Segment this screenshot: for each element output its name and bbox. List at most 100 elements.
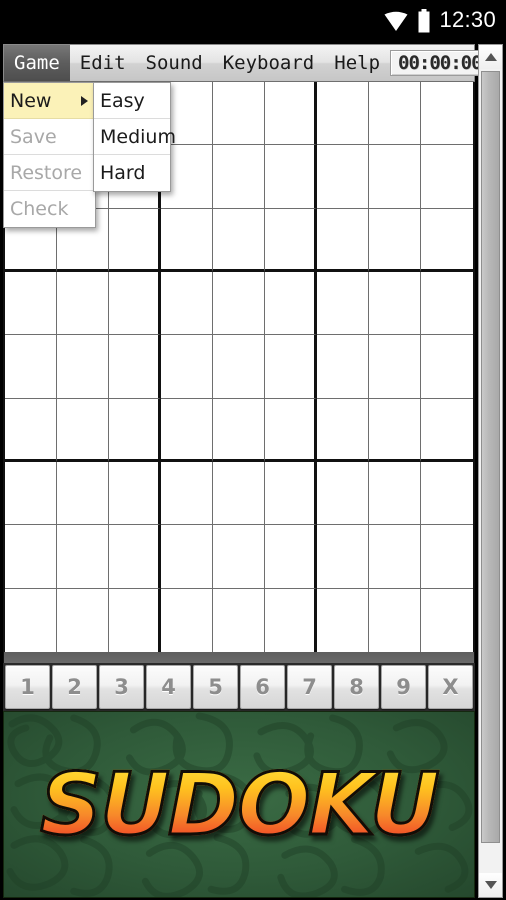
sudoku-cell-r4c4[interactable] [161,271,213,336]
sudoku-cell-r2c6[interactable] [265,145,317,209]
sudoku-cell-r4c2[interactable] [57,271,109,336]
sudoku-cell-r4c3[interactable] [109,271,161,336]
sudoku-cell-r8c2[interactable] [57,525,109,589]
sudoku-cell-r7c5[interactable] [213,461,265,526]
sudoku-cell-r1c6[interactable] [265,82,317,146]
numpad-key-3[interactable]: 3 [99,665,144,709]
sudoku-cell-r1c8[interactable] [369,82,421,146]
sudoku-cell-r8c8[interactable] [369,525,421,589]
sudoku-cell-r5c2[interactable] [57,335,109,399]
sudoku-cell-r6c8[interactable] [369,398,421,462]
sudoku-cell-r6c4[interactable] [161,398,213,462]
sudoku-cell-r8c9[interactable] [421,525,473,589]
sudoku-cell-r7c1[interactable] [5,461,57,526]
sudoku-cell-r4c5[interactable] [213,271,265,336]
menu-keyboard[interactable]: Keyboard [213,45,325,81]
sudoku-cell-r9c1[interactable] [5,588,57,652]
difficulty-option-medium[interactable]: Medium [94,119,176,155]
sudoku-cell-r8c1[interactable] [5,525,57,589]
numpad-key-2[interactable]: 2 [52,665,97,709]
menu-game[interactable]: Game [4,45,70,81]
sudoku-logo-text: SUDOKU [4,760,474,849]
sudoku-cell-r9c7[interactable] [317,588,369,652]
sudoku-cell-r9c2[interactable] [57,588,109,652]
sudoku-cell-r1c5[interactable] [213,82,265,146]
sudoku-cell-r7c4[interactable] [161,461,213,526]
numpad-key-5[interactable]: 5 [193,665,238,709]
menu-edit[interactable]: Edit [70,45,136,81]
sudoku-cell-r6c1[interactable] [5,398,57,462]
sudoku-cell-r5c5[interactable] [213,335,265,399]
sudoku-cell-r5c7[interactable] [317,335,369,399]
sudoku-cell-r5c1[interactable] [5,335,57,399]
sudoku-cell-r8c6[interactable] [265,525,317,589]
sudoku-cell-r7c2[interactable] [57,461,109,526]
sudoku-cell-r2c7[interactable] [317,145,369,209]
vertical-scrollbar[interactable] [478,44,503,898]
sudoku-cell-r3c3[interactable] [109,208,161,272]
sudoku-cell-r1c7[interactable] [317,82,369,146]
sudoku-cell-r8c5[interactable] [213,525,265,589]
sudoku-cell-r5c6[interactable] [265,335,317,399]
menu-bar: Game Edit Sound Keyboard Help 00:00:00 [3,44,490,82]
numpad-key-9[interactable]: 9 [381,665,426,709]
sudoku-cell-r6c6[interactable] [265,398,317,462]
sudoku-cell-r9c4[interactable] [161,588,213,652]
sudoku-cell-r3c8[interactable] [369,208,421,272]
sudoku-cell-r6c7[interactable] [317,398,369,462]
sudoku-cell-r6c2[interactable] [57,398,109,462]
numpad-key-4[interactable]: 4 [146,665,191,709]
numpad-key-8[interactable]: 8 [334,665,379,709]
sudoku-cell-r5c4[interactable] [161,335,213,399]
sudoku-cell-r7c7[interactable] [317,461,369,526]
sudoku-cell-r4c7[interactable] [317,271,369,336]
sudoku-cell-r4c9[interactable] [421,271,473,336]
sudoku-cell-r9c5[interactable] [213,588,265,652]
sudoku-cell-r8c4[interactable] [161,525,213,589]
scroll-up-button[interactable] [479,45,502,69]
sudoku-cell-r7c8[interactable] [369,461,421,526]
sudoku-cell-r4c6[interactable] [265,271,317,336]
difficulty-option-easy[interactable]: Easy [94,83,170,119]
scrollbar-track[interactable] [479,69,502,873]
sudoku-cell-r3c6[interactable] [265,208,317,272]
sudoku-cell-r5c9[interactable] [421,335,473,399]
sudoku-cell-r9c6[interactable] [265,588,317,652]
sudoku-cell-r7c6[interactable] [265,461,317,526]
scrollbar-thumb[interactable] [481,71,500,843]
sudoku-cell-r5c3[interactable] [109,335,161,399]
chevron-down-icon [484,881,497,889]
numpad-key-1[interactable]: 1 [5,665,50,709]
sudoku-cell-r8c3[interactable] [109,525,161,589]
sudoku-cell-r6c9[interactable] [421,398,473,462]
sudoku-cell-r2c5[interactable] [213,145,265,209]
sudoku-cell-r9c3[interactable] [109,588,161,652]
difficulty-option-hard[interactable]: Hard [94,155,170,191]
sudoku-cell-r8c7[interactable] [317,525,369,589]
game-menu-item-new[interactable]: New [4,83,95,119]
sudoku-cell-r5c8[interactable] [369,335,421,399]
sudoku-cell-r2c9[interactable] [421,145,473,209]
sudoku-cell-r3c4[interactable] [161,208,213,272]
menu-edit-label: Edit [79,52,126,74]
sudoku-cell-r9c8[interactable] [369,588,421,652]
sudoku-cell-r3c9[interactable] [421,208,473,272]
scroll-down-button[interactable] [479,873,502,897]
menu-sound[interactable]: Sound [136,45,213,81]
sudoku-cell-r7c3[interactable] [109,461,161,526]
sudoku-cell-r6c3[interactable] [109,398,161,462]
sudoku-cell-r6c5[interactable] [213,398,265,462]
menu-help[interactable]: Help [324,45,390,81]
numpad-key-6[interactable]: 6 [240,665,285,709]
sudoku-cell-r4c1[interactable] [5,271,57,336]
numpad-key-7[interactable]: 7 [287,665,332,709]
sudoku-cell-r9c9[interactable] [421,588,473,652]
sudoku-cell-r3c5[interactable] [213,208,265,272]
sudoku-cell-r4c8[interactable] [369,271,421,336]
sudoku-cell-r1c9[interactable] [421,82,473,146]
game-menu-item-label: Restore [10,161,83,184]
numpad-key-x[interactable]: X [428,665,473,709]
sudoku-cell-r3c7[interactable] [317,208,369,272]
sudoku-cell-r2c8[interactable] [369,145,421,209]
sudoku-cell-r7c9[interactable] [421,461,473,526]
